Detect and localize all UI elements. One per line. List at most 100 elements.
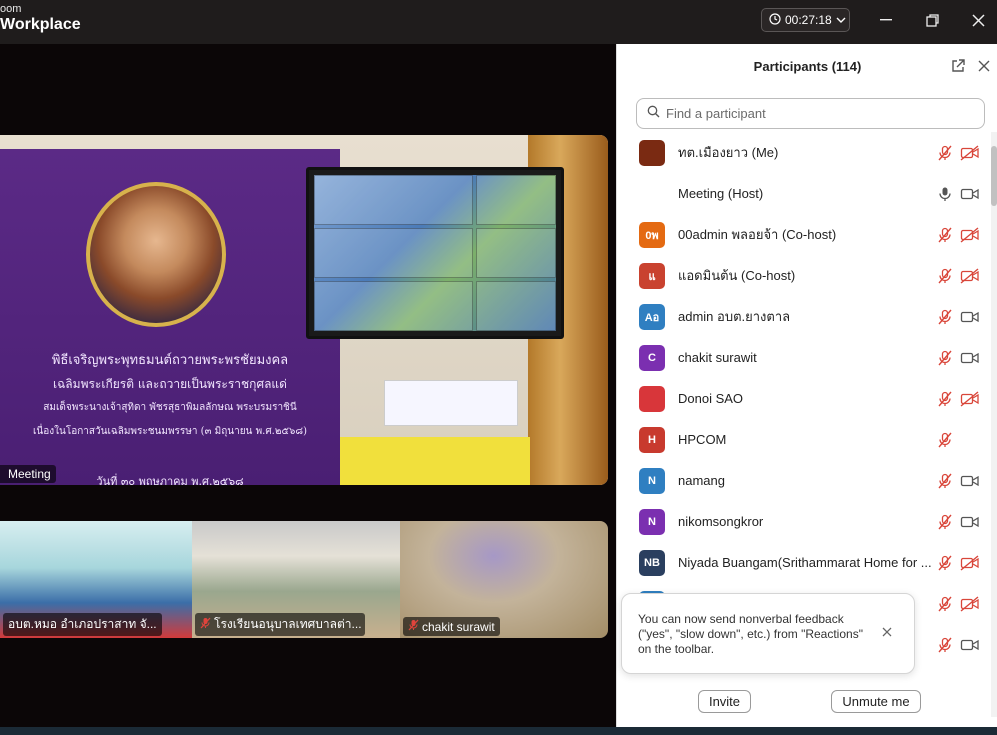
participants-panel: Participants (114) ทต.เมืองยาว (Me) Meeti… (616, 44, 997, 727)
participant-avatar: แ (639, 262, 665, 289)
mic-muted-icon[interactable] (936, 636, 954, 654)
close-panel-icon[interactable] (975, 57, 993, 75)
meeting-timer[interactable]: 00:27:18 (761, 8, 850, 32)
ceremony-banner: พิธีเจริญพระพุทธมนต์ถวายพระพรชัยมงคล เฉล… (0, 149, 340, 485)
participant-name: แอดมินต้น (Co-host) (678, 268, 796, 283)
mic-muted-icon[interactable] (936, 308, 954, 326)
mic-muted-icon[interactable] (936, 472, 954, 490)
participant-avatar (639, 180, 665, 207)
mic-muted-icon[interactable] (936, 554, 954, 572)
participant-row[interactable]: 0พ 00admin พลอยจ้า (Co-host) (617, 214, 989, 255)
camera-on-icon[interactable] (960, 513, 980, 531)
thumbnail-name-tag: อบต.หมอ อำเภอปราสาท จั... (3, 613, 162, 636)
camera-off-icon[interactable] (960, 226, 980, 244)
toast-text: You can now send nonverbal feedback ("ye… (638, 612, 863, 656)
participant-name: admin อบต.ยางตาล (678, 309, 791, 324)
participant-name: namang (678, 473, 725, 488)
participant-avatar: N (639, 508, 665, 535)
participant-row[interactable]: Aอ admin อบต.ยางตาล (617, 296, 989, 337)
mic-muted-icon (408, 619, 419, 634)
main-video-name: Meeting (0, 465, 56, 483)
camera-off-icon[interactable] (960, 390, 980, 408)
participant-row[interactable]: แ แอดมินต้น (Co-host) (617, 255, 989, 296)
mic-muted-icon[interactable] (936, 226, 954, 244)
participant-row[interactable]: Donoi SAO (617, 378, 989, 419)
participant-name: Meeting (Host) (678, 186, 764, 201)
thumbnail-video[interactable]: chakit surawit (400, 521, 608, 638)
mic-on-icon[interactable] (936, 185, 954, 203)
mic-muted-icon (200, 617, 211, 632)
participants-title: Participants (114) (753, 58, 862, 74)
participant-avatar (639, 139, 665, 166)
title-bar: oom Workplace 00:27:18 (0, 0, 997, 44)
toast-close-icon[interactable] (882, 625, 892, 640)
search-icon (647, 105, 660, 123)
camera-on-icon[interactable] (960, 185, 980, 203)
participant-avatar: H (639, 426, 665, 453)
portrait-image (86, 182, 226, 327)
participant-avatar (639, 385, 665, 412)
minimize-button[interactable] (875, 10, 897, 30)
participant-avatar: Aอ (639, 303, 665, 330)
participant-name: Donoi SAO (678, 391, 744, 406)
participant-row[interactable]: NB Niyada Buangam(Srithammarat Home for .… (617, 542, 989, 583)
scrollbar-thumb[interactable] (991, 146, 997, 206)
mic-muted-icon[interactable] (936, 144, 954, 162)
invite-button[interactable]: Invite (698, 690, 751, 713)
thumbnail-video[interactable]: อบต.หมอ อำเภอปราสาท จั... (0, 521, 192, 638)
participant-avatar: N (639, 467, 665, 494)
participant-row[interactable]: Meeting (Host) (617, 173, 989, 214)
camera-on-icon[interactable] (960, 349, 980, 367)
participant-name: chakit surawit (678, 350, 757, 365)
brand-line2: Workplace (0, 16, 81, 33)
clock-icon (769, 12, 781, 28)
participant-row[interactable]: Nnamang (617, 460, 989, 501)
pop-out-icon[interactable] (949, 57, 967, 75)
participant-name: HPCOM (678, 432, 727, 447)
participant-row[interactable]: Cchakit surawit (617, 337, 989, 378)
mic-muted-icon[interactable] (936, 431, 954, 449)
zoom-workplace-window: oom Workplace 00:27:18 พิธีเจริญพระพุทธม… (0, 0, 997, 735)
banner-line-4: เนื่องในโอกาสวันเฉลิมพระชนมพรรษา (๓ มิถุ… (33, 426, 307, 437)
participant-avatar: C (639, 344, 665, 371)
reactions-tip-toast: You can now send nonverbal feedback ("ye… (621, 593, 915, 674)
unmute-me-button[interactable]: Unmute me (831, 690, 921, 713)
participant-row[interactable]: ทต.เมืองยาว (Me) (617, 132, 989, 173)
thumbnail-name-tag: โรงเรียนอนุบาลเทศบาลต่า... (195, 613, 365, 636)
active-speaker-video[interactable]: พิธีเจริญพระพุทธมนต์ถวายพระพรชัยมงคล เฉล… (0, 135, 608, 485)
ceremony-table (340, 437, 530, 485)
participant-row[interactable]: H HPCOM (617, 419, 989, 460)
participant-name: nikomsongkror (678, 514, 764, 529)
participant-name: 00admin พลอยจ้า (Co-host) (678, 227, 837, 242)
camera-on-icon[interactable] (960, 636, 980, 654)
mic-muted-icon[interactable] (936, 390, 954, 408)
brand-line1: oom (0, 3, 22, 15)
restore-button[interactable] (921, 10, 943, 30)
camera-off-icon[interactable] (960, 554, 980, 572)
search-input[interactable] (666, 106, 966, 121)
banner-line-3: สมเด็จพระนางเจ้าสุทิดา พัชรสุธาพิมลลักษณ… (43, 402, 297, 413)
thumbnail-name: chakit surawit (422, 619, 495, 634)
participant-list: ทต.เมืองยาว (Me) Meeting (Host) 0พ 00admin … (617, 132, 989, 665)
participant-avatar: NB (639, 549, 665, 576)
thumbnail-name: อบต.หมอ อำเภอปราสาท จั... (8, 617, 157, 631)
participant-avatar: 0พ (639, 221, 665, 248)
thumbnail-video[interactable]: โรงเรียนอนุบาลเทศบาลต่า... (192, 521, 400, 638)
tv-monitor (306, 167, 564, 339)
mic-muted-icon[interactable] (936, 267, 954, 285)
mic-muted-icon[interactable] (936, 513, 954, 531)
close-window-button[interactable] (967, 10, 989, 30)
participant-row[interactable]: Nnikomsongkror (617, 501, 989, 542)
thumbnail-name-tag: chakit surawit (403, 617, 500, 636)
chevron-down-icon (836, 13, 846, 27)
camera-off-icon[interactable] (960, 595, 980, 613)
participant-list-scrollbar[interactable] (991, 132, 997, 717)
camera-off-icon[interactable] (960, 144, 980, 162)
participant-search[interactable] (636, 98, 985, 129)
camera-off-icon[interactable] (960, 267, 980, 285)
participant-name: Niyada Buangam(Srithammarat Home for ... (678, 555, 932, 570)
camera-on-icon[interactable] (960, 308, 980, 326)
mic-muted-icon[interactable] (936, 349, 954, 367)
camera-on-icon[interactable] (960, 472, 980, 490)
mic-muted-icon[interactable] (936, 595, 954, 613)
